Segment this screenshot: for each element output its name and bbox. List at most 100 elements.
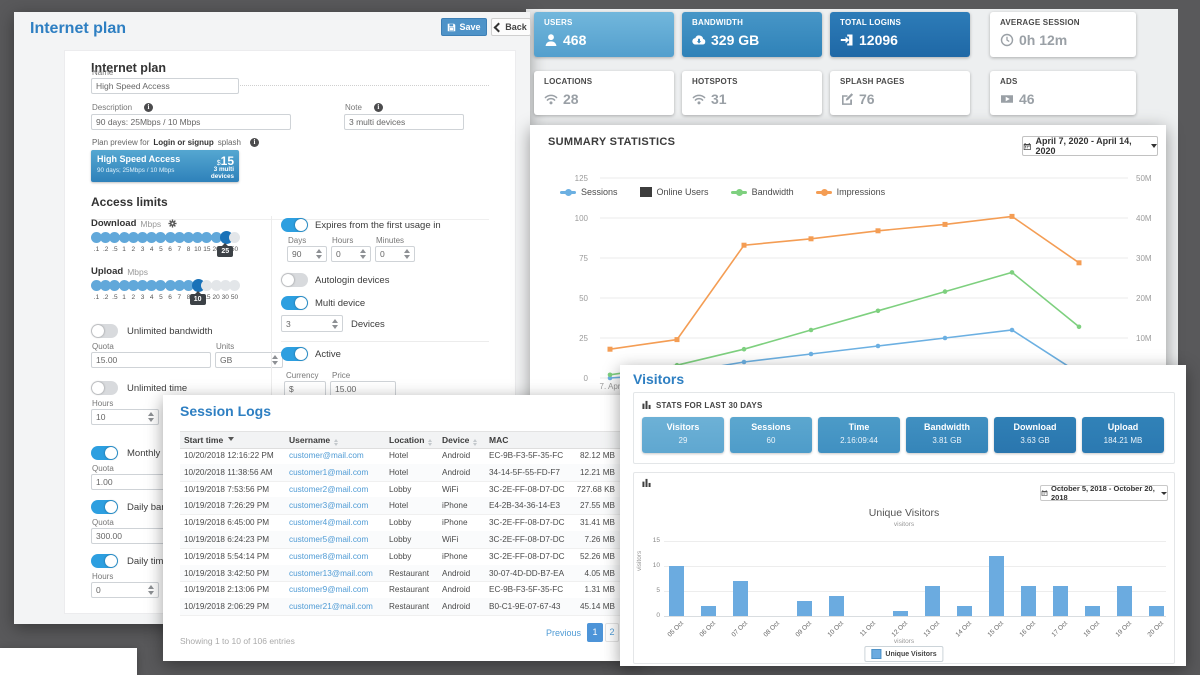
visitor-stat-boxes: Visitors29Sessions60Time2.16:09:44Bandwi… <box>642 417 1166 453</box>
bar-chart-icon <box>642 400 651 409</box>
table-cell: 10/19/2018 7:26:29 PM <box>184 501 269 510</box>
multi-device-toggle[interactable] <box>281 296 308 310</box>
gear-icon[interactable] <box>168 219 177 228</box>
corner-card <box>0 648 137 675</box>
username-link[interactable]: customer13@mail.com <box>289 569 373 578</box>
visitor-stat-bandwidth: Bandwidth3.81 GB <box>906 417 988 453</box>
username-link[interactable]: customer21@mail.com <box>289 602 373 611</box>
plan-preview-card: High Speed Access 90 days; 25Mbps / 10 M… <box>91 150 239 182</box>
expires-toggle[interactable] <box>281 218 308 232</box>
username-link[interactable]: customer9@mail.com <box>289 585 368 594</box>
username-link[interactable]: customer5@mail.com <box>289 535 368 544</box>
pagination-page-1[interactable]: 1 <box>587 623 603 642</box>
pagination-previous[interactable]: Previous <box>546 628 581 638</box>
daily-time-toggle[interactable] <box>91 554 118 568</box>
username-link[interactable]: customer8@mail.com <box>289 552 368 561</box>
column-header-mac[interactable]: MAC <box>489 435 508 445</box>
bar-y-tick: 10 <box>642 562 660 569</box>
legend-item[interactable]: Sessions <box>560 187 618 197</box>
username-link[interactable]: customer2@mail.com <box>289 485 368 494</box>
bar-gridline <box>664 541 1166 542</box>
unlimited-bandwidth-toggle[interactable] <box>91 324 118 338</box>
visitor-stat-value: 3.63 GB <box>994 436 1076 445</box>
spinner-icon[interactable] <box>360 249 366 259</box>
spinner-icon[interactable] <box>316 249 322 259</box>
daily-bandwidth-toggle[interactable] <box>91 500 118 514</box>
expires-minutes-input[interactable]: 0 <box>375 246 415 262</box>
expires-days-input[interactable]: 90 <box>287 246 327 262</box>
save-button[interactable]: Save <box>441 18 487 36</box>
y-axis-tick-left: 50 <box>558 294 588 303</box>
bandwidth-quota-input[interactable]: 15.00 <box>91 352 211 368</box>
table-cell: Lobby <box>389 485 411 494</box>
note-input[interactable]: 3 multi devices <box>344 114 464 130</box>
date-range-label: April 7, 2020 - April 14, 2020 <box>1035 136 1147 156</box>
unlimited-time-toggle[interactable] <box>91 381 118 395</box>
multi-device-label: Multi device <box>315 298 365 309</box>
visitor-stat-label: Time <box>818 422 900 432</box>
y-axis-tick-right: 20M <box>1136 294 1152 303</box>
username-link[interactable]: customer3@mail.com <box>289 501 368 510</box>
table-cell: Android <box>442 468 470 477</box>
table-row: 10/20/2018 11:38:56 AMcustomer1@mail.com… <box>180 464 638 482</box>
upload-slider[interactable]: .1.2.512345678101520305010 <box>91 280 267 308</box>
date-range-button[interactable]: April 7, 2020 - April 14, 2020 <box>1022 136 1158 156</box>
table-row: 10/19/2018 3:42:50 PMcustomer13@mail.com… <box>180 565 638 583</box>
spinner-icon[interactable] <box>404 249 410 259</box>
pagination-page-2[interactable]: 2 <box>605 623 619 642</box>
bandwidth-units-select[interactable]: GB <box>215 352 283 368</box>
username-link[interactable]: customer1@mail.com <box>289 468 368 477</box>
username-link[interactable]: customer4@mail.com <box>289 518 368 527</box>
bar-legend[interactable]: Unique Visitors <box>864 646 943 662</box>
table-cell: Hotel <box>389 451 408 460</box>
table-row: 10/20/2018 12:16:22 PMcustomer@mail.comH… <box>180 447 638 465</box>
expires-hours-input[interactable]: 0 <box>331 246 371 262</box>
table-cell: 10/19/2018 5:54:14 PM <box>184 552 269 561</box>
legend-swatch <box>871 649 881 659</box>
active-toggle[interactable] <box>281 347 308 361</box>
legend-item[interactable]: Online Users <box>640 187 709 197</box>
download-slider[interactable]: .1.2.512345678101520255025 <box>91 232 267 260</box>
legend-label: Unique Visitors <box>885 651 936 658</box>
table-cell-size: 12.21 MB <box>535 468 615 477</box>
y-axis-tick-left: 25 <box>558 334 588 343</box>
date-range-button[interactable]: October 5, 2018 - October 20, 2018 <box>1040 485 1168 501</box>
table-cell: iPhone <box>442 552 468 561</box>
bar-y-tick: 15 <box>642 537 660 544</box>
table-cell-size: 82.12 MB <box>535 451 615 460</box>
slider-tooltip: 10 <box>190 294 206 305</box>
time-hours-input[interactable]: 10 <box>91 409 159 425</box>
back-button[interactable]: Back <box>491 18 531 36</box>
currency-label: Currency <box>286 371 318 380</box>
bar <box>829 596 844 616</box>
table-row: 10/19/2018 6:45:00 PMcustomer4@mail.comL… <box>180 514 638 532</box>
column-header-location[interactable]: Location <box>389 435 432 446</box>
column-header-start-time[interactable]: Start time <box>184 435 234 445</box>
legend-item[interactable]: Bandwidth <box>731 187 794 197</box>
username-link[interactable]: customer@mail.com <box>289 451 364 460</box>
spinner-icon[interactable] <box>332 319 338 329</box>
session-logs-table: Start time Username Location Device MAC 10/20… <box>180 431 638 617</box>
caret-down-icon <box>1151 144 1157 148</box>
legend-marker <box>640 187 652 197</box>
table-cell: Lobby <box>389 552 411 561</box>
monthly-bandwidth-toggle[interactable] <box>91 446 118 460</box>
y-axis-tick-left: 125 <box>558 174 588 183</box>
column-header-username[interactable]: Username <box>289 435 338 446</box>
name-input[interactable]: High Speed Access <box>91 78 239 94</box>
legend-label: Sessions <box>581 187 618 197</box>
devices-input[interactable]: 3 <box>281 315 343 332</box>
description-input[interactable]: 90 days: 25Mbps / 10 Mbps <box>91 114 291 130</box>
session-logs-title: Session Logs <box>180 403 271 419</box>
bar-chart-subtitle: visitors <box>634 521 1174 528</box>
column-header-device[interactable]: Device <box>442 435 477 446</box>
bar <box>893 611 908 616</box>
info-icon <box>144 103 153 112</box>
daily-hours-input[interactable]: 0 <box>91 582 159 598</box>
legend-item[interactable]: Impressions <box>816 187 886 197</box>
spinner-icon[interactable] <box>148 412 154 422</box>
legend-marker-dot <box>736 189 743 196</box>
spinner-icon[interactable] <box>148 585 154 595</box>
bar <box>1085 606 1100 616</box>
autologin-toggle[interactable] <box>281 273 308 287</box>
